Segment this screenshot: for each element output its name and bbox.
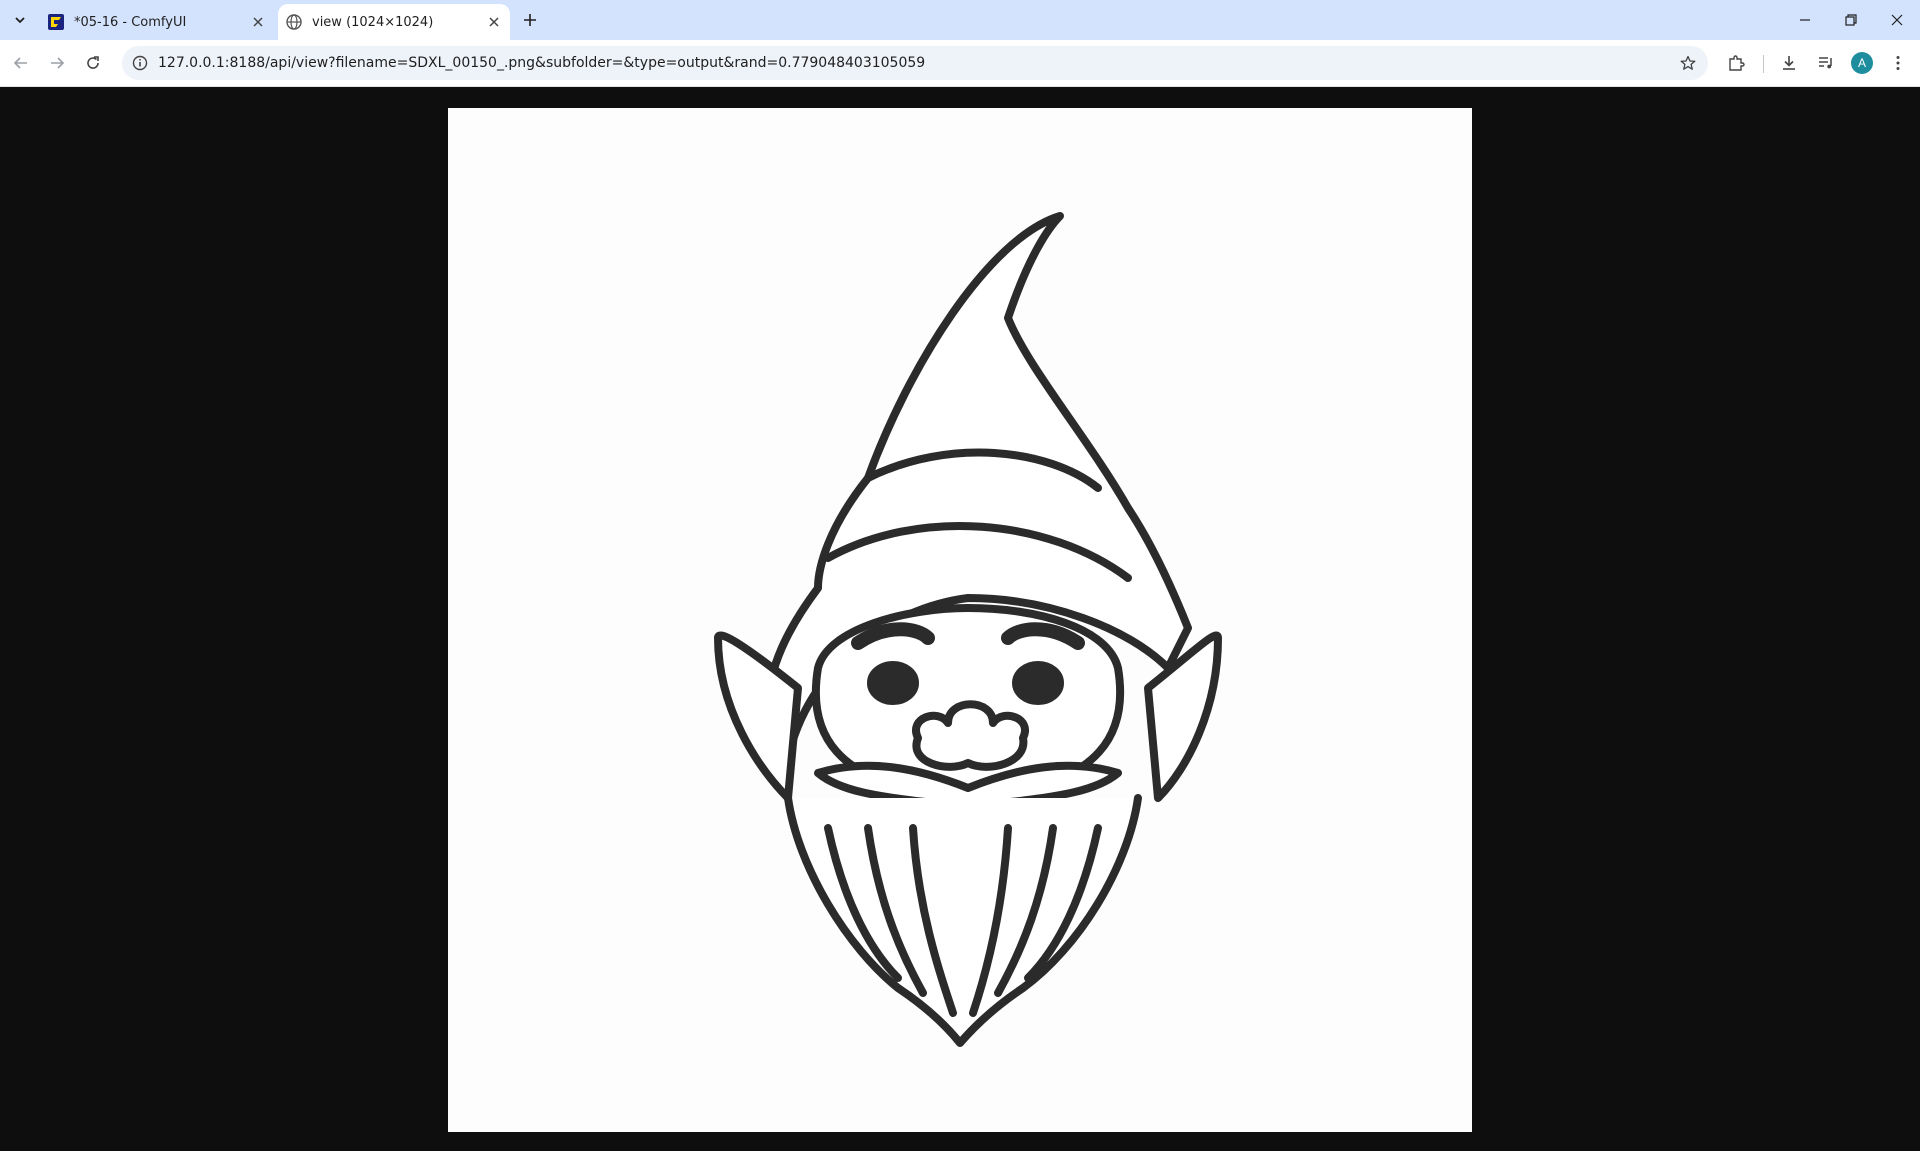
address-bar[interactable]: 127.0.0.1:8188/api/view?filename=SDXL_00… (122, 46, 1708, 80)
url-text: 127.0.0.1:8188/api/view?filename=SDXL_00… (158, 55, 926, 71)
info-icon (132, 55, 148, 71)
tab-comfyui[interactable]: *05-16 - ComfyUI (40, 4, 274, 40)
arrow-right-icon (51, 57, 65, 69)
arrow-left-icon (13, 57, 27, 69)
chevron-down-icon (15, 17, 25, 24)
media-controls-button[interactable] (1811, 48, 1841, 78)
restore-button[interactable] (1828, 0, 1874, 40)
profile-avatar[interactable]: A (1851, 52, 1873, 74)
globe-icon (286, 14, 302, 30)
close-tab-button[interactable] (248, 12, 268, 32)
extensions-button[interactable] (1721, 48, 1751, 78)
downloads-button[interactable] (1774, 48, 1804, 78)
back-button[interactable] (6, 48, 36, 78)
site-info-button[interactable] (128, 51, 152, 75)
close-icon (489, 17, 499, 27)
forward-button[interactable] (42, 48, 72, 78)
restore-icon (1845, 14, 1857, 26)
playlist-music-icon (1819, 57, 1832, 69)
download-icon (1783, 56, 1795, 70)
tab-search-button[interactable] (6, 8, 34, 32)
bookmark-button[interactable] (1676, 51, 1700, 75)
minimize-button[interactable] (1782, 0, 1828, 40)
plus-icon (524, 14, 536, 26)
more-vert-icon (1896, 56, 1900, 70)
tab-title: view (1024×1024) (312, 14, 434, 30)
tab-title: *05-16 - ComfyUI (74, 14, 187, 30)
minimize-icon (1800, 19, 1810, 21)
toolbar-separator (1763, 55, 1764, 73)
browser-toolbar: 127.0.0.1:8188/api/view?filename=SDXL_00… (0, 40, 1920, 87)
comfyui-icon (48, 14, 64, 30)
new-tab-button[interactable] (518, 8, 542, 32)
close-tab-button[interactable] (484, 12, 504, 32)
reload-button[interactable] (78, 48, 108, 78)
gnome-line-art-icon (714, 212, 1222, 1047)
close-window-button[interactable] (1874, 0, 1920, 40)
generated-image[interactable] (448, 108, 1472, 1132)
close-icon (253, 17, 263, 27)
close-icon (1891, 14, 1903, 26)
menu-button[interactable] (1883, 48, 1913, 78)
tab-view[interactable]: view (1024×1024) (278, 4, 510, 40)
reload-icon (87, 56, 99, 69)
tab-strip: *05-16 - ComfyUI view (1024×1024) (0, 0, 1920, 40)
puzzle-icon (1729, 55, 1745, 71)
star-icon (1680, 55, 1696, 70)
